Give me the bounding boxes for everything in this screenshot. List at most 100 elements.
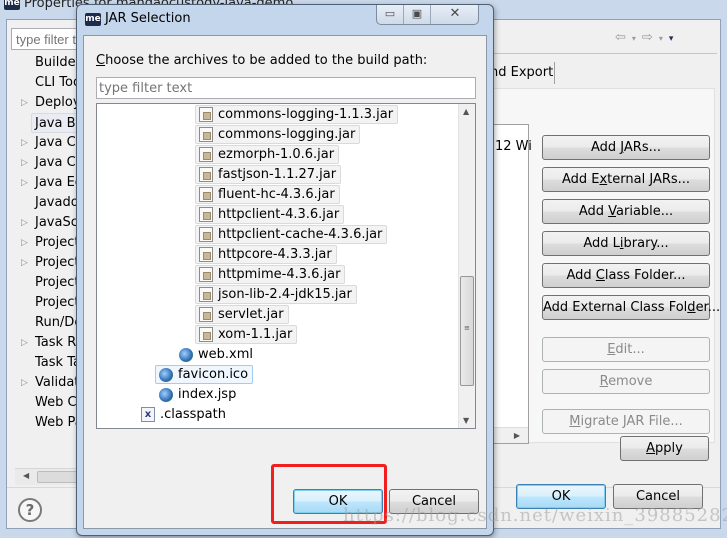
side-button[interactable]: Migrate JAR File...	[542, 409, 710, 434]
tree-item[interactable]: httpclient-cache-4.3.6.jar	[195, 225, 388, 244]
scroll-right-icon[interactable]: ▶	[514, 431, 520, 440]
scroll-up-icon[interactable]: ▲	[463, 107, 469, 116]
tree-item-label: commons-logging-1.1.3.jar	[218, 107, 394, 122]
expand-arrow-icon[interactable]: ▷	[21, 153, 28, 173]
side-button[interactable]: Add Class Folder...	[542, 263, 710, 288]
forward-menu-caret-icon[interactable]: ▾	[659, 34, 663, 43]
tree-item[interactable]: x .classpath	[137, 405, 231, 424]
filter-input[interactable]	[96, 77, 476, 99]
properties-ok-button[interactable]: OK	[516, 484, 606, 509]
jar-icon	[199, 227, 213, 242]
web-xml-icon	[179, 348, 193, 362]
button-label-part: Add	[590, 140, 621, 155]
expand-arrow-icon[interactable]: ▷	[21, 173, 28, 193]
scroll-thumb[interactable]: ≡	[460, 276, 474, 386]
tree-item[interactable]: httpmime-4.3.6.jar	[195, 265, 346, 284]
close-icon[interactable]: ✕	[431, 5, 479, 24]
jar-icon	[199, 147, 213, 162]
scroll-left-icon[interactable]: ◀	[23, 471, 29, 480]
libraries-hscrollbar[interactable]: ▶	[489, 427, 528, 443]
tree-item[interactable]: fluent-hc-4.3.6.jar	[195, 185, 340, 204]
jar-selection-dialog: me JAR Selection ▭ ▣ ✕ Choose the archiv…	[76, 4, 494, 536]
jar-icon	[199, 167, 213, 182]
tree-item-label: index.jsp	[178, 387, 237, 402]
jsp-icon	[159, 388, 173, 402]
side-button[interactable]: Add Variable...	[542, 199, 710, 224]
expand-arrow-icon[interactable]: ▷	[21, 333, 28, 353]
jar-icon	[199, 187, 213, 202]
tree-item-label: httpmime-4.3.6.jar	[218, 267, 341, 282]
library-entry[interactable]: 12 Wi	[495, 139, 532, 154]
expand-arrow-icon[interactable]: ▷	[21, 233, 28, 253]
xml-file-icon: x	[141, 407, 155, 422]
tree-item-label: httpclient-4.3.6.jar	[218, 207, 340, 222]
jar-icon	[199, 307, 213, 322]
jar-icon	[199, 267, 213, 282]
tree-item-label: fastjson-1.1.27.jar	[218, 167, 337, 182]
header-divider	[487, 53, 717, 54]
tree-item[interactable]: httpclient-4.3.6.jar	[195, 205, 345, 224]
jar-icon	[199, 287, 213, 302]
button-label-part: Add	[566, 268, 596, 283]
dialog-ok-button[interactable]: OK	[293, 489, 383, 514]
tree-item[interactable]: xom-1.1.jar	[195, 325, 298, 344]
side-button[interactable]: Add External Class Folder...	[542, 295, 720, 320]
side-button[interactable]: Add Library...	[542, 231, 710, 256]
button-label-part: Add	[578, 204, 609, 219]
tree-item-label: servlet.jar	[218, 307, 284, 322]
back-arrow-icon[interactable]: ⇦	[615, 30, 626, 45]
side-button[interactable]: Add JARs...	[542, 135, 710, 160]
tree-item[interactable]: servlet.jar	[195, 305, 289, 324]
button-label-part: C	[595, 268, 605, 283]
tree-item[interactable]: index.jsp	[155, 385, 241, 404]
tree-item-label: commons-logging.jar	[218, 127, 356, 142]
side-button[interactable]: Edit...	[542, 337, 710, 362]
expand-arrow-icon[interactable]: ▷	[21, 253, 28, 273]
forward-arrow-icon[interactable]: ⇨	[642, 30, 653, 45]
tree-vertical-scrollbar[interactable]: ▲ ≡ ▼	[458, 104, 475, 428]
app-logo-icon: me	[85, 13, 101, 26]
scroll-down-icon[interactable]: ▼	[463, 416, 469, 425]
tree-item[interactable]: json-lib-2.4-jdk15.jar	[195, 285, 357, 304]
expand-arrow-icon[interactable]: ▷	[21, 373, 28, 393]
expand-arrow-icon[interactable]: ▷	[21, 93, 28, 113]
view-menu-icon[interactable]: ▾	[669, 34, 674, 44]
minimize-icon[interactable]: ▭	[377, 5, 404, 24]
help-button[interactable]: ?	[18, 498, 42, 522]
button-label-part: ariable...	[616, 204, 674, 219]
side-button[interactable]: Add External JARs...	[542, 167, 710, 192]
tree-item-label: json-lib-2.4-jdk15.jar	[218, 287, 352, 302]
maximize-icon[interactable]: ▣	[404, 5, 431, 24]
button-label-part: igrate JAR File...	[580, 414, 683, 429]
dialog-client: Choose the archives to be added to the b…	[83, 35, 487, 529]
tree-item[interactable]: web.xml	[175, 345, 258, 364]
tree-item[interactable]: commons-logging.jar	[195, 125, 361, 144]
button-label-part: ARs...	[623, 140, 662, 155]
tab-order-and-export[interactable]: nd Export	[487, 62, 555, 84]
jar-icon	[199, 207, 213, 222]
button-label-part: Add E	[561, 172, 600, 187]
jar-icon	[199, 247, 213, 262]
button-label-part: ternal JARs...	[607, 172, 691, 187]
expand-arrow-icon[interactable]: ▷	[21, 133, 28, 153]
tree-item-label: favicon.ico	[178, 367, 249, 382]
dialog-cancel-button[interactable]: Cancel	[389, 489, 479, 514]
button-label-part: Add External Class Fol	[543, 300, 688, 315]
tree-item[interactable]: fastjson-1.1.27.jar	[195, 165, 342, 184]
back-menu-caret-icon[interactable]: ▾	[632, 34, 636, 43]
tree-item[interactable]: commons-logging-1.1.3.jar	[195, 105, 399, 124]
tree-item-label: .classpath	[160, 407, 226, 422]
button-label-part: emove	[608, 374, 653, 389]
side-button[interactable]: Remove	[542, 369, 710, 394]
button-label-part: brary...	[623, 236, 669, 251]
button-label-part: er...	[695, 300, 721, 315]
apply-button[interactable]: Apply	[620, 436, 709, 461]
archive-tree[interactable]: commons-logging-1.1.3.jar commons-logging…	[96, 103, 476, 429]
properties-cancel-button[interactable]: Cancel	[613, 484, 703, 509]
app-logo-icon: me	[4, 0, 20, 10]
tree-item[interactable]: httpcore-4.3.3.jar	[195, 245, 337, 264]
tree-item[interactable]: favicon.ico	[155, 365, 254, 384]
libraries-list[interactable]: 12 Wi ▶	[488, 124, 532, 444]
tree-item[interactable]: ezmorph-1.0.6.jar	[195, 145, 340, 164]
expand-arrow-icon[interactable]: ▷	[21, 213, 28, 233]
